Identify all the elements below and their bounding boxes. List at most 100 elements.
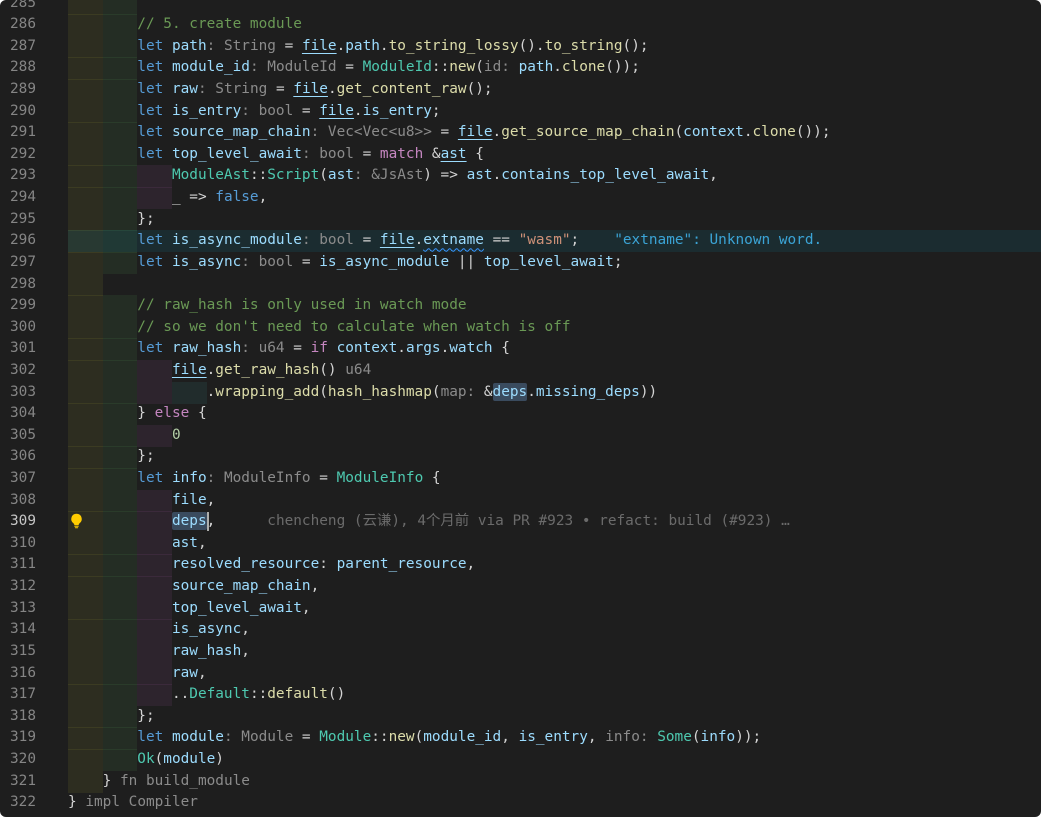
control-keyword-token[interactable]: match (380, 146, 423, 162)
punctuation-token[interactable]: ; (614, 254, 623, 270)
identifier-token[interactable]: module_id (172, 59, 250, 75)
punctuation-token[interactable]: . (328, 81, 337, 97)
code-text[interactable]: } impl Compiler (68, 792, 198, 814)
punctuation-token[interactable]: , (302, 600, 311, 616)
punctuation-token[interactable]: . (493, 167, 502, 183)
punctuation-token[interactable]: }; (137, 708, 154, 724)
type-token[interactable]: ModuleAst (172, 167, 250, 183)
punctuation-token[interactable]: ( (475, 59, 484, 75)
punctuation-token[interactable]: ; (571, 232, 580, 248)
function-token[interactable]: new (449, 59, 475, 75)
line-number[interactable]: 303 (0, 382, 36, 404)
punctuation-token[interactable]: ) (215, 751, 224, 767)
code-text[interactable]: resolved_resource: parent_resource, (172, 554, 475, 576)
punctuation-token[interactable]: ( (675, 124, 684, 140)
punctuation-token[interactable]: . (553, 59, 562, 75)
code-line[interactable]: 291 let source_map_chain: Vec<Vec<u8>> = … (0, 122, 1041, 145)
code-line[interactable]: 319 let module: Module = Module::new(modu… (0, 727, 1041, 750)
line-number[interactable]: 291 (0, 122, 36, 144)
identifier-token[interactable]: info (172, 470, 207, 486)
code-line[interactable]: 286 // 5. create module (0, 14, 1041, 37)
code-line[interactable]: 307 let info: ModuleInfo = ModuleInfo { (0, 468, 1041, 491)
identifier-token[interactable]: args (406, 340, 441, 356)
line-number[interactable]: 288 (0, 57, 36, 79)
identifier-token[interactable]: module_id (423, 729, 501, 745)
code-text[interactable]: let is_entry: bool = file.is_entry; (137, 101, 440, 123)
code-line[interactable]: 285 (0, 0, 1041, 15)
punctuation-token[interactable]: , (709, 167, 718, 183)
punctuation-token[interactable]: )) (640, 384, 657, 400)
code-line[interactable]: 314 is_async, (0, 619, 1041, 642)
line-number[interactable]: 315 (0, 641, 36, 663)
punctuation-token[interactable]: : (319, 556, 336, 572)
identifier-token[interactable]: top_level_await (484, 254, 614, 270)
punctuation-token[interactable]: . (441, 340, 450, 356)
punctuation-token[interactable]: = (432, 124, 458, 140)
mutable-identifier-token[interactable]: file (380, 232, 415, 248)
code-text[interactable]: // raw_hash is only used in watch mode (137, 295, 466, 317)
punctuation-token[interactable] (328, 340, 337, 356)
code-line[interactable]: 316 raw, (0, 662, 1041, 685)
identifier-token[interactable]: ast (172, 535, 198, 551)
function-token[interactable]: to_string_lossy (389, 38, 519, 54)
code-text[interactable]: source_map_chain, (172, 576, 319, 598)
keyword-token[interactable]: let (137, 59, 163, 75)
code-text[interactable]: let top_level_await: bool = match &ast { (137, 144, 484, 166)
code-text[interactable]: ModuleAst::Script(ast: &JsAst) => ast.co… (172, 165, 718, 187)
string-token[interactable]: "wasm" (519, 232, 571, 248)
code-line[interactable]: 312 source_map_chain, (0, 576, 1041, 599)
comment-token[interactable]: // raw_hash is only used in watch mode (137, 297, 466, 313)
code-line[interactable]: 321} fn build_module (0, 770, 1041, 793)
punctuation-token[interactable]: :: (250, 167, 267, 183)
mutable-identifier-token[interactable]: file (302, 38, 337, 54)
identifier-token[interactable]: context (337, 340, 398, 356)
code-text[interactable]: ast, (172, 533, 207, 555)
mutable-identifier-token[interactable]: ast (441, 146, 467, 162)
mutable-identifier-token[interactable]: file (293, 81, 328, 97)
type-token[interactable]: Ok (137, 751, 154, 767)
punctuation-token[interactable]: (); (467, 81, 493, 97)
type-token[interactable]: Default (189, 686, 250, 702)
type-token[interactable]: Script (267, 167, 319, 183)
function-token[interactable]: default (267, 686, 328, 702)
code-text[interactable]: let module_id: ModuleId = ModuleId::new(… (137, 57, 640, 79)
identifier-token[interactable]: contains_top_level_await (501, 167, 709, 183)
code-text[interactable]: let raw: String = file.get_content_raw()… (137, 79, 492, 101)
keyword-token[interactable]: let (137, 146, 163, 162)
code-line[interactable]: 289 let raw: String = file.get_content_ra… (0, 79, 1041, 102)
punctuation-token[interactable]: :: (371, 729, 388, 745)
punctuation-token[interactable] (163, 146, 172, 162)
punctuation-token[interactable] (163, 103, 172, 119)
type-token[interactable]: Some (657, 729, 692, 745)
line-number[interactable]: 318 (0, 706, 36, 728)
punctuation-token[interactable]: = (354, 232, 380, 248)
punctuation-token[interactable]: }; (137, 211, 154, 227)
line-number[interactable]: 313 (0, 598, 36, 620)
identifier-token[interactable]: is_async_module (319, 254, 449, 270)
line-number[interactable]: 300 (0, 317, 36, 339)
punctuation-token[interactable] (163, 340, 172, 356)
line-number[interactable]: 302 (0, 360, 36, 382)
code-line[interactable]: 287 let path: String = file.path.to_strin… (0, 35, 1041, 59)
code-line[interactable]: 322} impl Compiler (0, 792, 1041, 814)
keyword-token[interactable]: false (215, 189, 258, 205)
misspelled-identifier-token[interactable]: extname (423, 232, 484, 248)
punctuation-token[interactable]: . (744, 124, 753, 140)
punctuation-token[interactable]: ) => (423, 167, 466, 183)
punctuation-token[interactable]: , (501, 729, 518, 745)
line-number[interactable]: 301 (0, 338, 36, 360)
code-line[interactable]: 310 ast, (0, 532, 1041, 556)
punctuation-token[interactable]: . (207, 362, 216, 378)
code-text[interactable]: raw, (172, 663, 207, 685)
line-number[interactable]: 296 (0, 230, 36, 252)
identifier-token[interactable]: source_map_chain (172, 124, 311, 140)
line-number[interactable]: 286 (0, 14, 36, 36)
punctuation-token[interactable]: :: (432, 59, 449, 75)
punctuation-token[interactable]: , (198, 665, 207, 681)
code-text[interactable]: _ => false, (172, 187, 267, 209)
type-token[interactable]: ModuleId (363, 59, 432, 75)
code-text[interactable]: deps, chencheng (云谦), 4个月前 via PR #923 • … (171, 511, 790, 533)
identifier-token[interactable]: context (683, 124, 744, 140)
code-text[interactable]: } fn build_module (103, 771, 250, 793)
punctuation-token[interactable] (163, 729, 172, 745)
